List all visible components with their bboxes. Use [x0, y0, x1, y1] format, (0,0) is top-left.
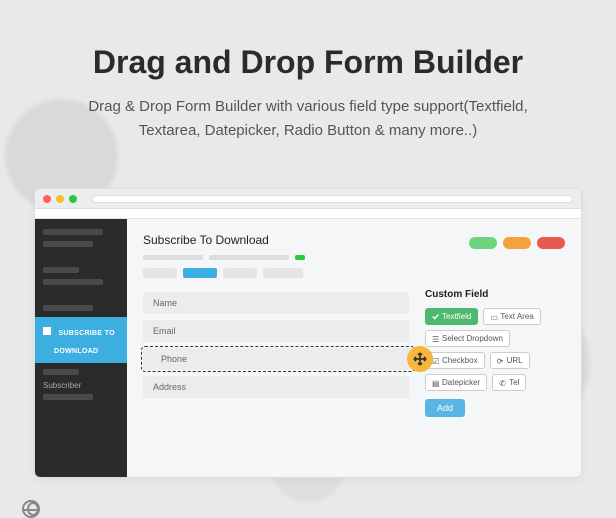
field-phone-label: Phone [161, 354, 187, 364]
status-pill-orange [503, 237, 531, 249]
sidebar-item[interactable] [43, 369, 79, 375]
tab[interactable] [143, 268, 177, 278]
maximize-icon[interactable] [69, 195, 77, 203]
chip-select[interactable]: ☰ Select Dropdown [425, 330, 510, 347]
tab[interactable] [263, 268, 303, 278]
list-icon: ☰ [432, 335, 439, 342]
chip-tel[interactable]: ✆ Tel [492, 374, 526, 391]
sidebar-item[interactable] [43, 305, 93, 311]
field-address[interactable]: Address [143, 376, 409, 398]
status-pills [425, 237, 565, 249]
chip-textarea[interactable]: ▭ Text Area [483, 308, 540, 325]
checkbox-icon: ☑ [432, 357, 439, 364]
minimize-icon[interactable] [56, 195, 64, 203]
check-icon [432, 313, 439, 320]
url-bar[interactable] [92, 195, 573, 203]
envelope-icon [43, 327, 51, 335]
drag-handle-icon[interactable] [407, 346, 433, 372]
main-panel: Subscribe To Download Name Email Phone [127, 219, 581, 477]
chip-datepicker-label: Datepicker [442, 378, 480, 387]
progress-segment [143, 255, 203, 260]
sidebar-highlight-l1: SUBSCRIBE TO [58, 330, 114, 337]
sidebar-item-subscribe[interactable]: SUBSCRIBE TO DOWNLOAD [35, 317, 127, 363]
phone-icon: ✆ [499, 379, 506, 386]
chip-textfield[interactable]: Textfield [425, 308, 478, 325]
hero-title: Drag and Drop Form Builder [40, 44, 576, 81]
textarea-icon: ▭ [490, 313, 497, 320]
field-name[interactable]: Name [143, 292, 409, 314]
sidebar: SUBSCRIBE TO DOWNLOAD Subscriber [35, 219, 127, 477]
chip-checkbox[interactable]: ☑ Checkbox [425, 352, 485, 369]
custom-field-panel: Custom Field Textfield ▭ Text Area ☰ [425, 233, 565, 463]
sidebar-item[interactable] [43, 229, 103, 235]
progress-row [143, 255, 409, 260]
tab[interactable] [223, 268, 257, 278]
progress-segment [209, 255, 289, 260]
field-type-chips: Textfield ▭ Text Area ☰ Select Dropdown … [425, 308, 565, 391]
field-phone-dragging[interactable]: Phone [143, 348, 413, 370]
globe-icon [22, 500, 40, 518]
custom-field-title: Custom Field [425, 289, 565, 300]
hero-subtitle: Drag & Drop Form Builder with various fi… [78, 95, 538, 143]
calendar-icon: ▤ [432, 379, 439, 386]
sidebar-item[interactable] [43, 394, 93, 400]
close-icon[interactable] [43, 195, 51, 203]
tab-active[interactable] [183, 268, 217, 278]
window-toolbar [35, 209, 581, 219]
sidebar-subscriber-label[interactable]: Subscriber [43, 381, 119, 390]
chip-url-label: URL [507, 356, 523, 365]
chip-textfield-label: Textfield [442, 312, 471, 321]
tab-row [143, 268, 409, 278]
chip-textarea-label: Text Area [500, 312, 533, 321]
sidebar-highlight-l2: DOWNLOAD [54, 348, 98, 355]
sidebar-item[interactable] [43, 241, 93, 247]
chip-tel-label: Tel [509, 378, 519, 387]
link-icon: ⟳ [497, 357, 504, 364]
window-titlebar [35, 189, 581, 209]
form-column: Subscribe To Download Name Email Phone [143, 233, 409, 463]
chip-checkbox-label: Checkbox [442, 356, 478, 365]
app-window: SUBSCRIBE TO DOWNLOAD Subscriber Subscri… [34, 188, 582, 478]
chip-url[interactable]: ⟳ URL [490, 352, 530, 369]
sidebar-item[interactable] [43, 267, 79, 273]
status-pill-green [469, 237, 497, 249]
progress-segment [295, 255, 305, 260]
form-title: Subscribe To Download [143, 233, 409, 247]
chip-datepicker[interactable]: ▤ Datepicker [425, 374, 487, 391]
hero: Drag and Drop Form Builder Drag & Drop F… [0, 0, 616, 163]
add-button[interactable]: Add [425, 399, 465, 417]
status-pill-red [537, 237, 565, 249]
chip-select-label: Select Dropdown [442, 334, 503, 343]
field-email[interactable]: Email [143, 320, 409, 342]
sidebar-item[interactable] [43, 279, 103, 285]
